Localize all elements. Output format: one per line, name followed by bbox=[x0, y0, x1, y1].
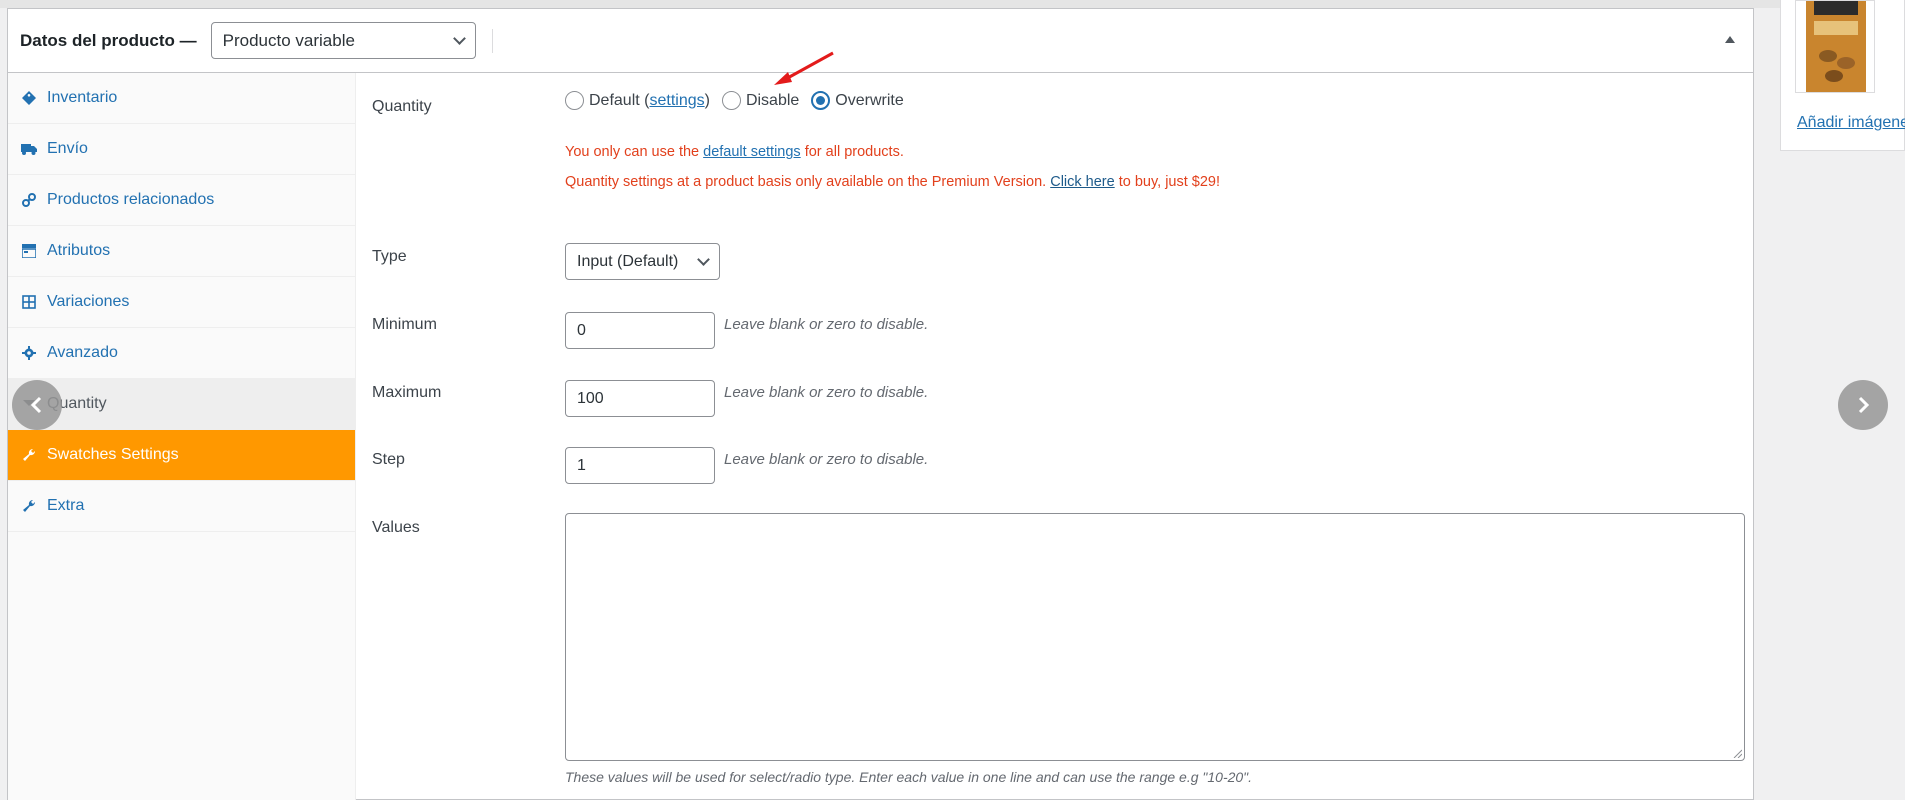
type-select[interactable]: Input (Default) bbox=[565, 243, 720, 280]
tab-label: Extra bbox=[47, 497, 85, 514]
tab-inventario[interactable]: Inventario bbox=[8, 73, 355, 124]
maximum-value: 100 bbox=[577, 389, 604, 407]
values-label: Values bbox=[372, 519, 420, 536]
tab-atributos[interactable]: Atributos bbox=[8, 226, 355, 277]
resize-handle-icon[interactable] bbox=[1732, 748, 1742, 758]
collapse-arrow-icon[interactable] bbox=[1725, 36, 1735, 43]
product-type-value: Producto variable bbox=[222, 30, 355, 50]
tab-label: Inventario bbox=[47, 89, 118, 106]
values-description: These values will be used for select/rad… bbox=[565, 769, 1253, 785]
chevron-down-icon bbox=[697, 252, 710, 266]
radio-default[interactable]: Default (settings) bbox=[565, 91, 710, 110]
tab-envio[interactable]: Envío bbox=[8, 124, 355, 175]
tab-label: Envío bbox=[47, 140, 88, 157]
tag-icon bbox=[21, 90, 37, 106]
next-nav-button[interactable] bbox=[1838, 380, 1888, 430]
notice-default-settings: You only can use the default settings fo… bbox=[565, 144, 904, 160]
tab-label: Productos relacionados bbox=[47, 191, 215, 208]
default-settings-link[interactable]: default settings bbox=[703, 144, 801, 160]
click-here-link[interactable]: Click here bbox=[1050, 174, 1114, 190]
radio-overwrite-circle[interactable] bbox=[811, 91, 831, 110]
product-type-select[interactable]: Producto variable bbox=[210, 22, 476, 59]
radio-overwrite[interactable]: Overwrite bbox=[811, 91, 904, 110]
tab-label: Avanzado bbox=[47, 344, 118, 361]
notice-text: for all products. bbox=[800, 144, 904, 160]
quantity-settings-form: Quantity Default (settings) Disable Over… bbox=[372, 73, 1752, 800]
type-label: Type bbox=[372, 248, 407, 265]
settings-link[interactable]: settings bbox=[649, 92, 704, 110]
annotation-arrow-icon bbox=[774, 51, 834, 85]
chevron-left-icon bbox=[30, 396, 42, 414]
top-shadow bbox=[0, 0, 1905, 8]
notice-premium: Quantity settings at a product basis onl… bbox=[565, 174, 1220, 190]
wrench-icon bbox=[21, 447, 37, 463]
truck-icon bbox=[21, 141, 37, 157]
gear-icon bbox=[21, 345, 37, 361]
tab-label: Variaciones bbox=[47, 293, 130, 310]
wrench-icon bbox=[21, 498, 37, 514]
quantity-mode-radios: Default (settings) Disable Overwrite bbox=[565, 91, 916, 110]
table-icon bbox=[21, 243, 37, 259]
tab-variaciones[interactable]: Variaciones bbox=[8, 277, 355, 328]
values-textarea[interactable] bbox=[565, 513, 1745, 761]
minimum-label: Minimum bbox=[372, 316, 437, 333]
chevron-down-icon bbox=[452, 31, 466, 45]
chevron-right-icon bbox=[1858, 396, 1870, 414]
radio-default-close: ) bbox=[704, 91, 710, 109]
step-value: 1 bbox=[577, 456, 586, 474]
radio-default-label: Default ( bbox=[589, 91, 650, 109]
notice-text: You only can use the bbox=[565, 144, 704, 160]
radio-default-circle[interactable] bbox=[565, 91, 584, 110]
tab-swatches-settings[interactable]: Swatches Settings bbox=[8, 430, 355, 481]
product-gallery-box: Añadir imágenes bbox=[1780, 0, 1905, 151]
type-select-value: Input (Default) bbox=[577, 252, 679, 270]
tab-productos-relacionados[interactable]: Productos relacionados bbox=[8, 175, 355, 226]
minimum-value: 0 bbox=[577, 321, 586, 339]
header-separator bbox=[491, 28, 493, 53]
maximum-input[interactable]: 100 bbox=[565, 380, 715, 417]
radio-disable-label: Disable bbox=[745, 91, 800, 109]
notice-text: Quantity settings at a product basis onl… bbox=[565, 174, 1051, 190]
link-icon bbox=[21, 192, 37, 208]
radio-overwrite-label: Overwrite bbox=[835, 91, 904, 109]
maximum-hint: Leave blank or zero to disable. bbox=[724, 384, 929, 401]
minimum-input[interactable]: 0 bbox=[565, 312, 715, 349]
step-input[interactable]: 1 bbox=[565, 447, 715, 484]
tab-avanzado[interactable]: Avanzado bbox=[8, 328, 355, 379]
add-images-link[interactable]: Añadir imágenes bbox=[1797, 114, 1905, 132]
product-thumbnail[interactable] bbox=[1795, 0, 1875, 93]
tab-extra[interactable]: Extra bbox=[8, 481, 355, 532]
maximum-label: Maximum bbox=[372, 384, 442, 401]
radio-disable-circle[interactable] bbox=[721, 91, 741, 110]
prev-nav-button[interactable] bbox=[12, 380, 62, 430]
panel-header: Datos del producto — Producto variable bbox=[8, 9, 1753, 73]
minimum-hint: Leave blank or zero to disable. bbox=[724, 316, 929, 333]
radio-disable[interactable]: Disable bbox=[721, 91, 800, 110]
product-tabs: Inventario Envío Productos relacionados … bbox=[8, 73, 356, 800]
grid-icon bbox=[21, 294, 37, 310]
tab-label: Swatches Settings bbox=[47, 446, 179, 463]
step-label: Step bbox=[372, 451, 405, 468]
panel-title: Datos del producto — bbox=[20, 30, 197, 50]
quantity-label: Quantity bbox=[372, 98, 432, 115]
step-hint: Leave blank or zero to disable. bbox=[724, 451, 929, 468]
product-image bbox=[1806, 1, 1866, 92]
tab-label: Atributos bbox=[47, 242, 111, 259]
product-data-panel: Datos del producto — Producto variable I… bbox=[7, 8, 1754, 800]
notice-text: to buy, just $29! bbox=[1114, 174, 1221, 190]
